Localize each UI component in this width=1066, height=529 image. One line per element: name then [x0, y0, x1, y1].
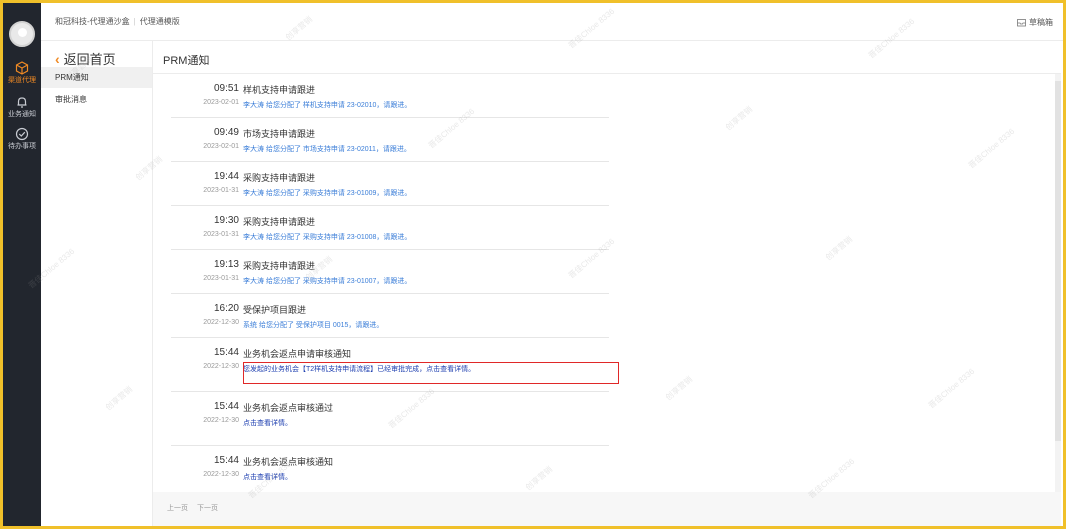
subnav-item-prm-notice[interactable]: PRM通知	[41, 67, 152, 88]
screenshot-frame: 渠道代理 业务通知 待办事项 和冠科技-代理通沙盒 | 代理通模版 草稿箱 ‹ 返回…	[0, 0, 1066, 529]
list-item[interactable]: 19:44 2023-01-31 采购支持申请跟进 李大涛 给您分配了 采购支持…	[171, 162, 609, 206]
notice-date: 2022-12-30	[203, 363, 239, 370]
rail-item-business-notice[interactable]: 业务通知	[3, 95, 41, 119]
notice-title: 采购支持申请跟进	[243, 261, 316, 271]
notice-title: 市场支持申请跟进	[243, 129, 316, 139]
avatar[interactable]	[9, 21, 35, 47]
notice-time: 16:20	[213, 303, 239, 314]
notice-link[interactable]: 系统 给您分配了 受保护项目 0015，请跟进。	[243, 320, 383, 330]
inbox-icon	[1017, 19, 1026, 27]
pagination: 上一页 下一页	[153, 492, 1061, 526]
notice-link[interactable]: 李大涛 给您分配了 采购支持申请 23-01007，请跟进。	[243, 276, 411, 286]
notice-time: 19:13	[213, 259, 239, 270]
breadcrumb: 和冠科技-代理通沙盒 | 代理通模版	[55, 16, 180, 27]
notice-date: 2023-02-01	[203, 99, 239, 106]
notice-date: 2022-12-30	[203, 471, 239, 478]
drafts-label: 草稿箱	[1029, 18, 1053, 27]
notice-link[interactable]: 李大涛 给您分配了 样机支持申请 23-02010，请跟进。	[243, 100, 411, 110]
notice-date: 2023-01-31	[203, 275, 239, 282]
notice-date: 2023-02-01	[203, 143, 239, 150]
bell-icon	[17, 97, 27, 108]
top-bar: 和冠科技-代理通沙盒 | 代理通模版 草稿箱	[41, 3, 1063, 41]
notice-time: 19:30	[213, 215, 239, 226]
list-item[interactable]: 09:51 2023-02-01 样机支持申请跟进 李大涛 给您分配了 样机支持…	[171, 74, 609, 118]
breadcrumb-company[interactable]: 和冠科技-代理通沙盒	[55, 17, 130, 26]
notice-title: 采购支持申请跟进	[243, 217, 316, 227]
notice-link[interactable]: 李大涛 给您分配了 采购支持申请 23-01009，请跟进。	[243, 188, 411, 198]
rail-item-channel-agent[interactable]: 渠道代理	[3, 61, 41, 85]
notice-date: 2022-12-30	[203, 417, 239, 424]
notice-time: 09:51	[213, 83, 239, 94]
notice-time: 09:49	[213, 127, 239, 138]
subnav-item-approval-messages[interactable]: 审批消息	[41, 89, 152, 110]
notice-title: 业务机会返点申请审核通知	[243, 349, 352, 359]
notice-title: 受保护项目跟进	[243, 305, 307, 315]
notice-time: 15:44	[213, 401, 239, 412]
app-rail: 渠道代理 业务通知 待办事项	[3, 3, 41, 526]
back-home-link[interactable]: ‹ 返回首页	[55, 49, 116, 68]
notice-title: 业务机会返点审核通过	[243, 403, 334, 413]
page-title: PRM通知	[163, 55, 210, 67]
highlight-box	[243, 362, 619, 384]
scrollbar-thumb[interactable]	[1055, 81, 1061, 441]
chevron-left-icon: ‹	[55, 50, 60, 67]
main-panel: PRM通知 09:51 2023-02-01 样机支持申请跟进 李大涛 给您分配…	[153, 41, 1061, 526]
notice-date: 2023-01-31	[203, 231, 239, 238]
list-item[interactable]: 09:49 2023-02-01 市场支持申请跟进 李大涛 给您分配了 市场支持…	[171, 118, 609, 162]
notice-time: 15:44	[213, 455, 239, 466]
cube-icon	[15, 61, 29, 75]
drafts-button[interactable]: 草稿箱	[1017, 17, 1053, 28]
rail-item-todo[interactable]: 待办事项	[3, 127, 41, 151]
list-item[interactable]: 19:13 2023-01-31 采购支持申请跟进 李大涛 给您分配了 采购支持…	[171, 250, 609, 294]
back-home-label: 返回首页	[63, 52, 116, 67]
list-item[interactable]: 15:44 2022-12-30 业务机会返点审核通过 点击查看详情。	[171, 392, 609, 446]
notice-time: 19:44	[213, 171, 239, 182]
list-item[interactable]: 16:20 2022-12-30 受保护项目跟进 系统 给您分配了 受保护项目 …	[171, 294, 609, 338]
notice-title: 采购支持申请跟进	[243, 173, 316, 183]
notice-link[interactable]: 点击查看详情。	[243, 418, 292, 428]
list-item[interactable]: 15:44 2022-12-30 业务机会返点审核通知 点击查看详情。	[171, 446, 609, 492]
secondary-sidebar: ‹ 返回首页 PRM通知 审批消息	[41, 41, 153, 526]
breadcrumb-app[interactable]: 代理通模版	[140, 17, 180, 26]
notice-date: 2023-01-31	[203, 187, 239, 194]
breadcrumb-separator: |	[133, 17, 136, 26]
notice-title: 样机支持申请跟进	[243, 85, 316, 95]
notice-time: 15:44	[213, 347, 239, 358]
rail-item-label: 待办事项	[8, 143, 36, 150]
prev-page-button[interactable]: 上一页	[167, 503, 188, 513]
rail-item-label: 业务通知	[8, 111, 36, 118]
notice-link[interactable]: 点击查看详情。	[243, 472, 292, 482]
rail-item-label: 渠道代理	[8, 77, 36, 84]
list-item[interactable]: 19:30 2023-01-31 采购支持申请跟进 李大涛 给您分配了 采购支持…	[171, 206, 609, 250]
notice-title: 业务机会返点审核通知	[243, 457, 334, 467]
next-page-button[interactable]: 下一页	[197, 503, 218, 513]
notice-link[interactable]: 李大涛 给您分配了 采购支持申请 23-01008，请跟进。	[243, 232, 411, 242]
notice-link[interactable]: 李大涛 给您分配了 市场支持申请 23-02011，请跟进。	[243, 144, 411, 154]
notice-list[interactable]: 09:51 2023-02-01 样机支持申请跟进 李大涛 给您分配了 样机支持…	[153, 74, 1061, 492]
check-circle-icon	[15, 127, 29, 141]
notice-date: 2022-12-30	[203, 319, 239, 326]
